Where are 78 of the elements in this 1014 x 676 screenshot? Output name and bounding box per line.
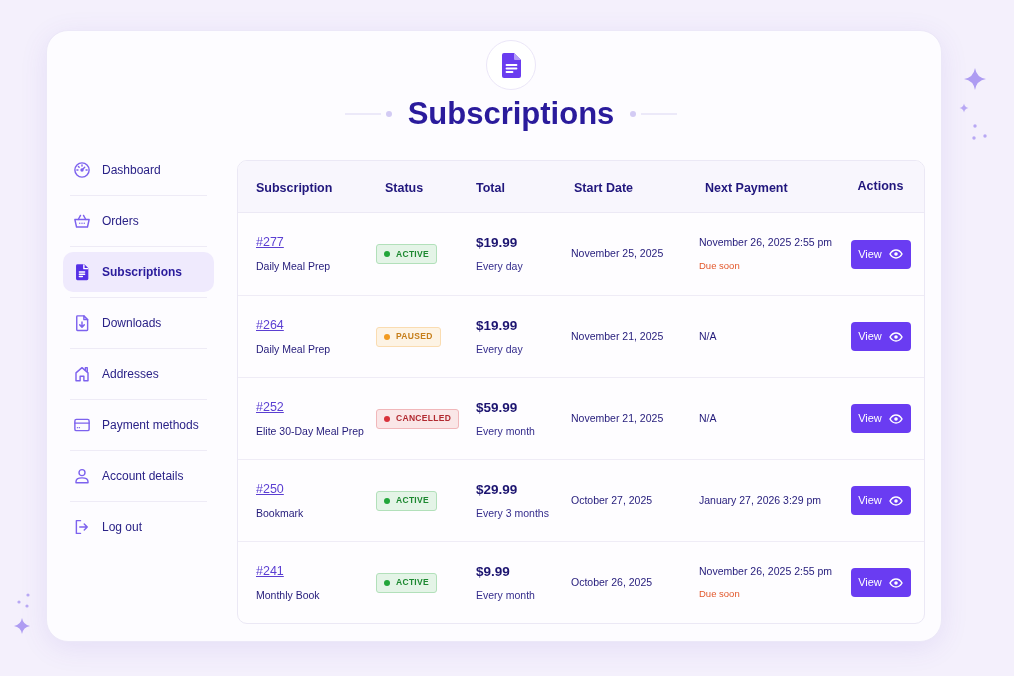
billing-interval: Every month bbox=[476, 423, 535, 439]
file-download-icon bbox=[73, 314, 91, 332]
column-header: Status bbox=[385, 180, 424, 195]
subscription-link[interactable]: #250 bbox=[256, 479, 284, 499]
column-header: Next Payment bbox=[705, 180, 788, 195]
user-icon bbox=[73, 467, 91, 485]
billing-interval: Every 3 months bbox=[476, 505, 549, 521]
eye-icon bbox=[888, 249, 903, 259]
subscription-link[interactable]: #252 bbox=[256, 397, 284, 417]
price-text: $19.99 bbox=[476, 316, 518, 335]
eye-icon bbox=[888, 413, 903, 424]
sidebar-item[interactable]: Payment methods bbox=[63, 405, 214, 445]
next-payment-date: January 27, 2026 3:29 pm bbox=[699, 492, 821, 508]
house-icon bbox=[73, 365, 91, 383]
next-payment-date: N/A bbox=[699, 328, 717, 344]
basket-icon bbox=[73, 212, 91, 230]
view-button[interactable]: View bbox=[850, 404, 911, 433]
ornament-icon bbox=[344, 110, 392, 118]
product-name: Bookmark bbox=[256, 505, 304, 521]
sidebar-item[interactable]: Dashboard bbox=[63, 150, 214, 190]
status-label: PAUSED bbox=[396, 330, 433, 343]
subscription-link[interactable]: #264 bbox=[256, 315, 284, 335]
gauge-icon bbox=[73, 161, 91, 179]
billing-interval: Every day bbox=[476, 341, 523, 357]
document-icon bbox=[73, 263, 91, 281]
billing-interval: Every day bbox=[476, 259, 523, 275]
due-soon-note: Due soon bbox=[699, 587, 740, 602]
price-text: $29.99 bbox=[476, 480, 518, 499]
status-label: ACTIVE bbox=[396, 247, 429, 261]
ornament-icon bbox=[630, 110, 678, 118]
dots-icon bbox=[972, 124, 987, 140]
eye-icon bbox=[888, 577, 903, 588]
sidebar-item[interactable]: Account details bbox=[63, 456, 214, 496]
subscription-link[interactable]: #241 bbox=[256, 561, 284, 581]
document-icon bbox=[486, 40, 536, 90]
start-date: November 21, 2025 bbox=[571, 328, 664, 344]
eye-icon bbox=[888, 495, 903, 506]
price-text: $59.99 bbox=[476, 398, 518, 417]
due-soon-note: Due soon bbox=[699, 258, 740, 273]
product-name: Daily Meal Prep bbox=[256, 341, 331, 357]
view-button[interactable]: View bbox=[850, 568, 911, 597]
start-date: October 27, 2025 bbox=[571, 492, 653, 508]
column-header: Subscription bbox=[256, 180, 333, 195]
column-header: Total bbox=[476, 180, 505, 195]
eye-icon bbox=[888, 331, 903, 342]
column-header: Actions bbox=[857, 178, 904, 196]
price-text: $19.99 bbox=[476, 234, 518, 252]
credit-card-icon bbox=[73, 416, 91, 434]
dots-icon bbox=[17, 593, 30, 608]
logout-icon bbox=[73, 518, 91, 536]
status-label: ACTIVE bbox=[396, 576, 429, 589]
product-name: Daily Meal Prep bbox=[256, 259, 331, 274]
view-button[interactable]: View bbox=[850, 239, 911, 269]
sparkle-icon bbox=[959, 103, 969, 113]
status-label: ACTIVE bbox=[396, 494, 429, 507]
next-payment-date: November 26, 2025 2:55 pm bbox=[699, 563, 833, 579]
next-payment-date: N/A bbox=[699, 410, 717, 426]
start-date: November 25, 2025 bbox=[571, 246, 664, 262]
sidebar-item[interactable]: Orders bbox=[63, 201, 214, 241]
sidebar-item[interactable]: Downloads bbox=[63, 303, 214, 343]
sparkle-icon bbox=[964, 68, 986, 90]
view-button[interactable]: View bbox=[850, 322, 911, 351]
sidebar-item[interactable]: Addresses bbox=[63, 354, 214, 394]
start-date: November 21, 2025 bbox=[571, 410, 664, 426]
sidebar-item[interactable]: Log out bbox=[63, 507, 214, 547]
column-header: Start Date bbox=[574, 180, 634, 195]
view-button[interactable]: View bbox=[850, 486, 911, 515]
sparkle-icon bbox=[14, 618, 30, 634]
start-date: October 26, 2025 bbox=[571, 574, 653, 590]
price-text: $9.99 bbox=[476, 562, 510, 581]
page-title: Subscriptions bbox=[407, 95, 615, 133]
billing-interval: Every month bbox=[476, 587, 535, 603]
next-payment-date: November 26, 2025 2:55 pm bbox=[699, 235, 833, 250]
subscription-link[interactable]: #277 bbox=[256, 233, 284, 252]
product-name: Elite 30-Day Meal Prep bbox=[256, 423, 364, 439]
status-label: CANCELLED bbox=[396, 412, 452, 425]
product-name: Monthly Book bbox=[256, 587, 320, 603]
sidebar-item[interactable]: Subscriptions bbox=[63, 252, 214, 292]
